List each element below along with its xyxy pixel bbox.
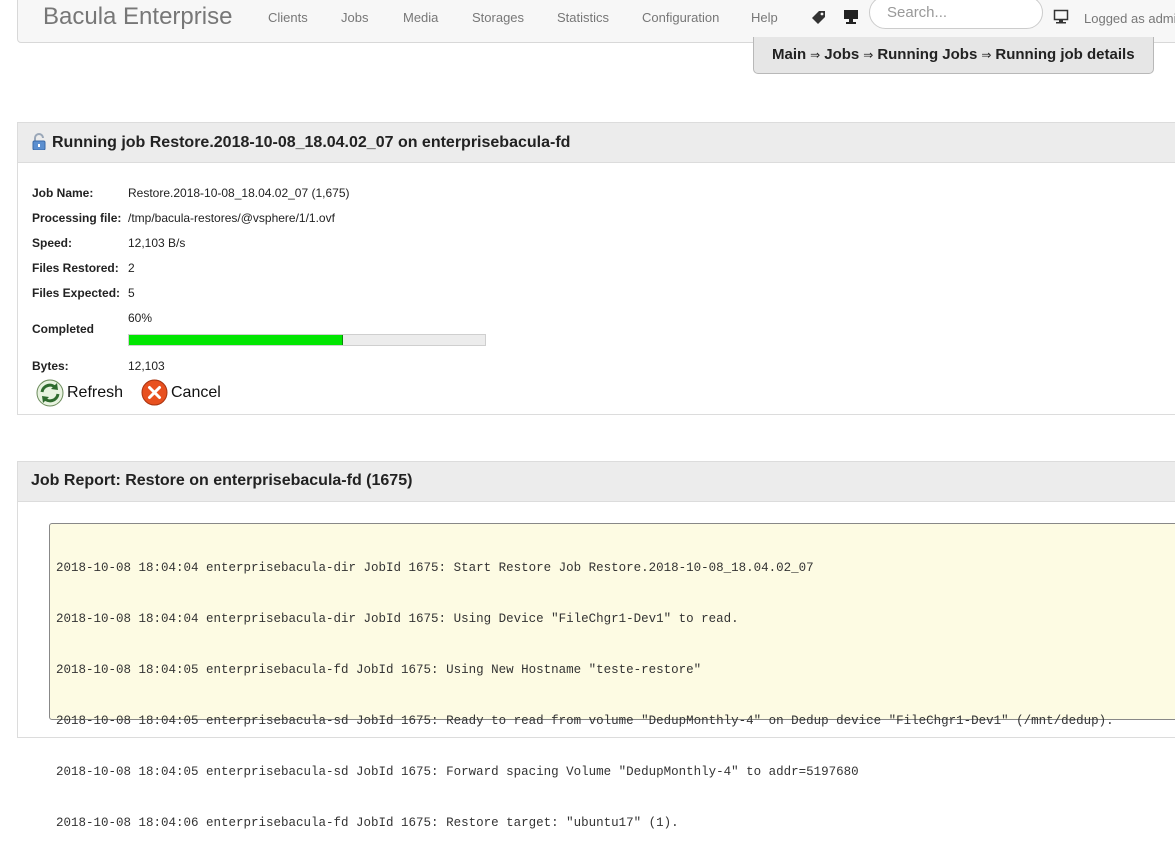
nav-media[interactable]: Media (403, 10, 438, 25)
speed-value: 12,103 B/s (128, 236, 186, 250)
refresh-button[interactable]: Refresh (36, 379, 123, 407)
files-restored-value: 2 (128, 261, 135, 275)
breadcrumb-current: Running job details (995, 46, 1135, 63)
completed-label: Completed (32, 322, 95, 336)
breadcrumb-main[interactable]: Main (772, 46, 806, 63)
job-name-label: Job Name: (32, 186, 94, 200)
log-line: 2018-10-08 18:04:05 enterprisebacula-sd … (56, 714, 1114, 728)
files-restored-label: Files Restored: (32, 261, 119, 275)
nav-configuration[interactable]: Configuration (642, 10, 719, 25)
processing-file-value: /tmp/bacula-restores/@vsphere/1/1.ovf (128, 211, 335, 225)
monitor-icon[interactable] (843, 9, 859, 29)
cancel-icon (141, 379, 168, 406)
speed-label: Speed: (32, 236, 73, 250)
refresh-icon (36, 379, 64, 407)
nav-help[interactable]: Help (751, 10, 778, 25)
breadcrumb-separator: ⇒ (981, 48, 992, 62)
logged-in-user[interactable]: Logged as admin (1084, 11, 1175, 26)
bytes-label: Bytes: (32, 359, 69, 373)
job-report-title: Job Report: Restore on enterprisebacula-… (31, 472, 413, 489)
tag-icon[interactable] (811, 10, 827, 29)
breadcrumb-jobs[interactable]: Jobs (824, 46, 859, 63)
log-line: 2018-10-08 18:04:05 enterprisebacula-fd … (56, 663, 702, 677)
nav-storages[interactable]: Storages (472, 10, 524, 25)
log-line: 2018-10-08 18:04:05 enterprisebacula-sd … (56, 765, 859, 779)
log-line: 2018-10-08 18:04:04 enterprisebacula-dir… (56, 561, 814, 575)
bytes-value: 12,103 (128, 359, 165, 373)
brand-logo[interactable]: Bacula Enterprise (43, 3, 232, 31)
search-input[interactable] (869, 0, 1043, 29)
breadcrumb-separator: ⇒ (810, 48, 821, 62)
job-report-panel: Job Report: Restore on enterprisebacula-… (17, 461, 1175, 830)
open-lock-icon (31, 133, 47, 155)
job-name-value: Restore.2018-10-08_18.04.02_07 (1,675) (128, 186, 350, 200)
nav-statistics[interactable]: Statistics (557, 10, 609, 25)
processing-file-label: Processing file: (32, 211, 122, 225)
breadcrumb: Main ⇒ Jobs ⇒ Running Jobs ⇒ Running job detai… (753, 37, 1154, 74)
running-job-header: Running job Restore.2018-10-08_18.04.02_… (18, 123, 1175, 163)
log-line: 2018-10-08 18:04:06 enterprisebacula-fd … (56, 816, 679, 830)
breadcrumb-separator: ⇒ (863, 48, 874, 62)
nav-clients[interactable]: Clients (268, 10, 308, 25)
running-job-panel: Running job Restore.2018-10-08_18.04.02_… (17, 122, 1175, 415)
job-log[interactable]: 2018-10-08 18:04:04 enterprisebacula-dir… (49, 523, 1175, 830)
job-report-header: Job Report: Restore on enterprisebacula-… (18, 462, 1175, 502)
refresh-label: Refresh (67, 384, 124, 401)
files-expected-label: Files Expected: (32, 286, 121, 300)
cancel-button[interactable]: Cancel (141, 379, 221, 406)
cancel-label: Cancel (171, 383, 221, 401)
progress-bar (128, 334, 486, 346)
running-job-title: Running job Restore.2018-10-08_18.04.02_… (52, 134, 571, 151)
completed-percent: 60% (128, 311, 153, 325)
computer-icon (1053, 9, 1069, 29)
log-line: 2018-10-08 18:04:04 enterprisebacula-dir… (56, 612, 739, 626)
nav-jobs[interactable]: Jobs (341, 10, 368, 25)
progress-bar-fill (129, 335, 343, 345)
files-expected-value: 5 (128, 286, 135, 300)
breadcrumb-running-jobs[interactable]: Running Jobs (877, 46, 977, 63)
